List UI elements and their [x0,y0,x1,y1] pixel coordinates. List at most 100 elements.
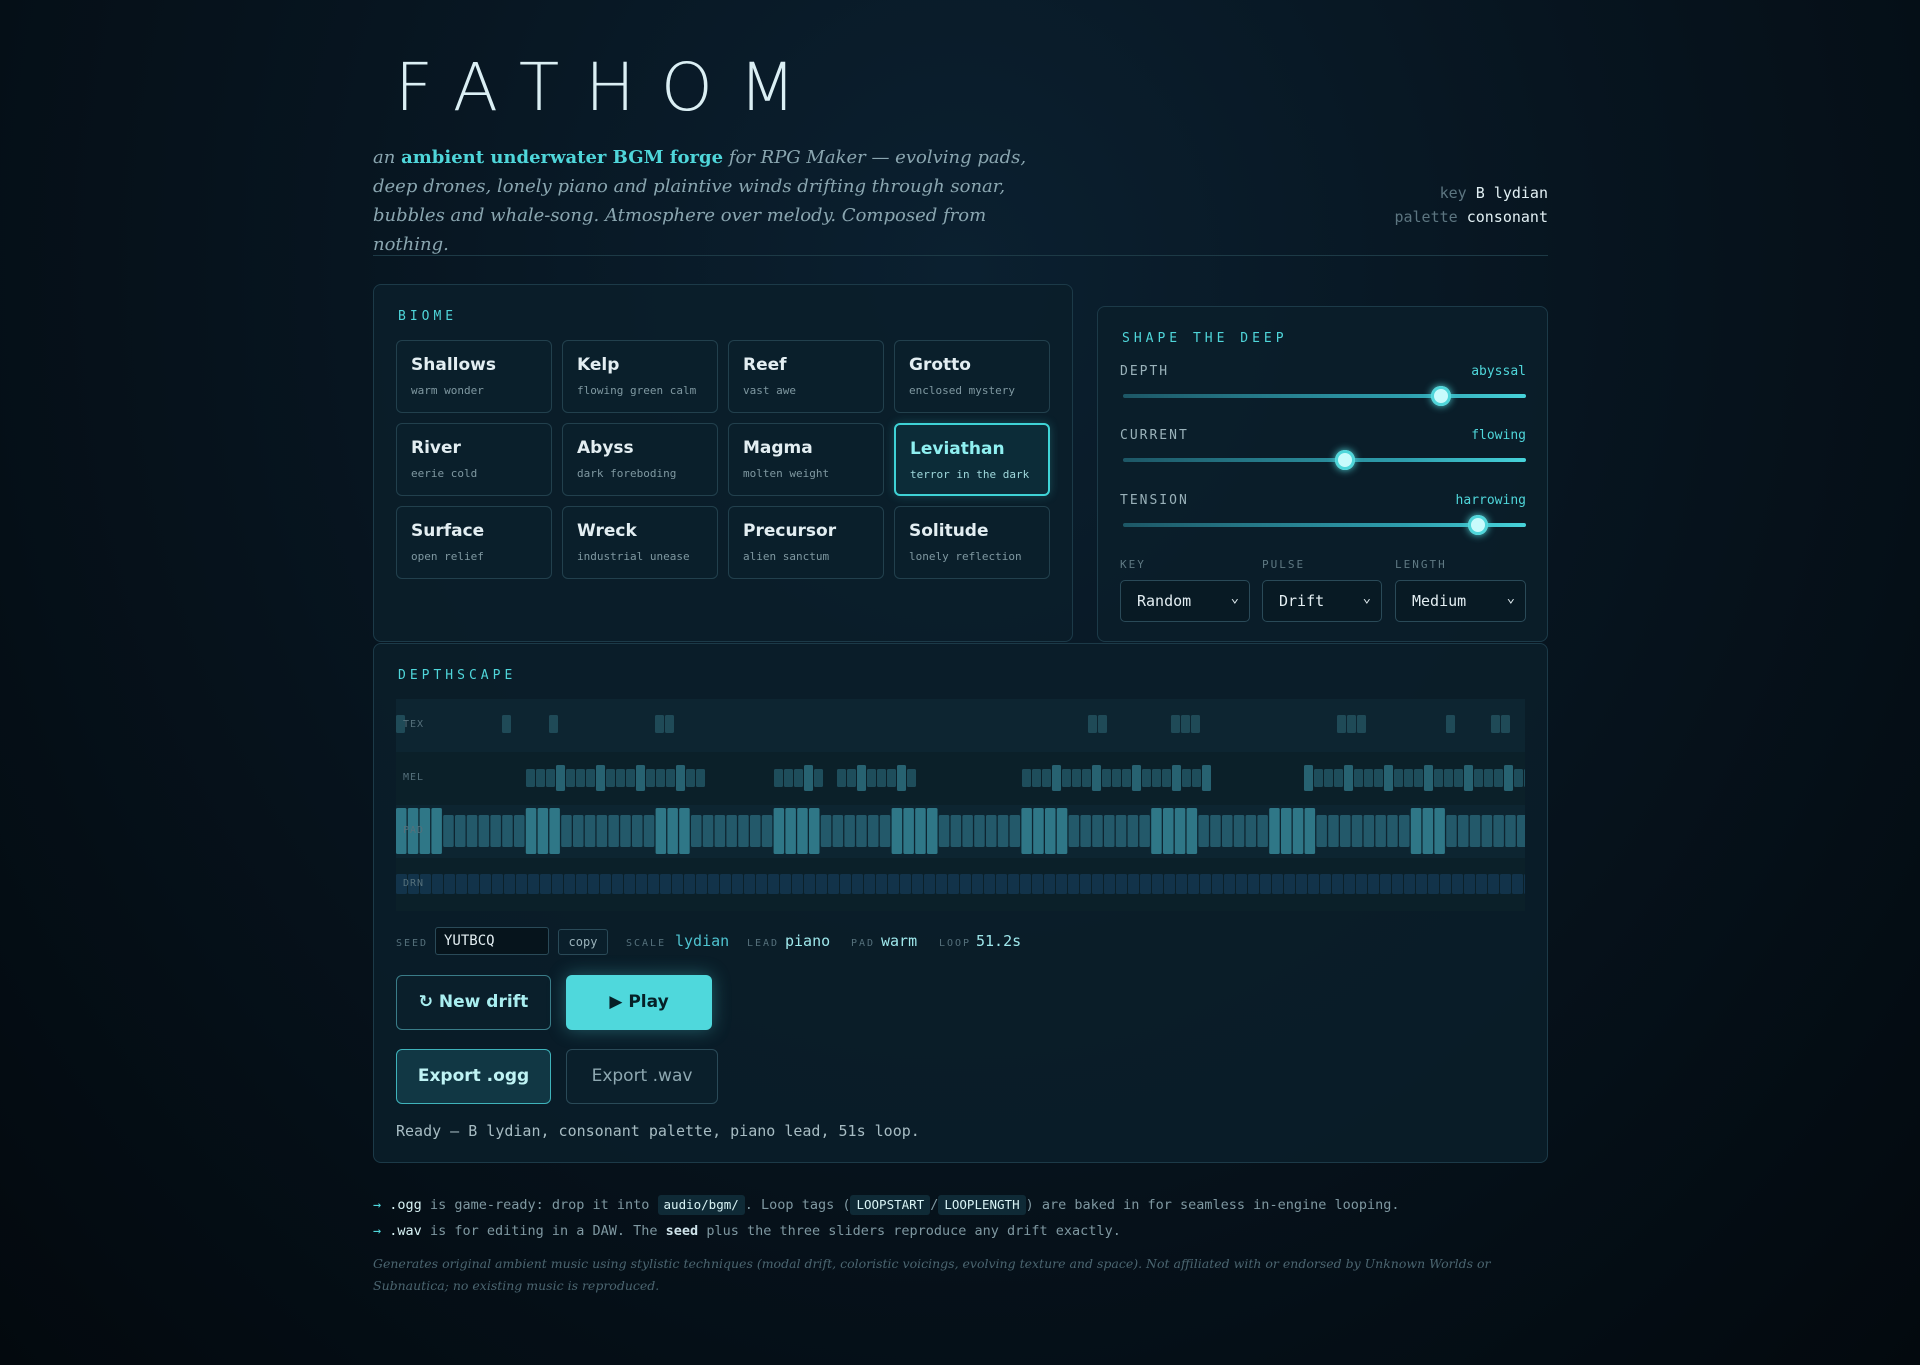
drone-block [996,874,1007,894]
pad-block [1151,808,1162,854]
biome-tile-desc: industrial unease [577,550,690,563]
drone-block [1284,874,1295,894]
drone-block [1128,874,1139,894]
pad-block [1399,815,1410,847]
pad-block [1304,808,1316,854]
drone-block [528,874,539,894]
new-drift-button[interactable]: ↻ New drift [396,975,551,1030]
drone-block [696,874,707,894]
pad-block [466,815,478,847]
pad-block [1375,815,1386,847]
play-button[interactable]: ▶ Play [566,975,712,1030]
pad-block [1351,815,1363,847]
note-wav-text-a: is for editing in a DAW. The [429,1223,658,1239]
export-wav-button[interactable]: Export .wav [566,1049,718,1104]
chevron-down-icon: ⌄ [1362,590,1371,606]
biome-tile-wreck[interactable]: Wreck industrial unease [562,506,718,579]
melody-note [804,765,813,791]
pad-label: PAD [851,938,876,949]
export-ogg-button[interactable]: Export .ogg [396,1049,551,1104]
length-select-label: LENGTH [1395,558,1447,571]
drone-block [1008,874,1019,894]
melody-note [857,765,866,791]
biome-tile-abyss[interactable]: Abyss dark foreboding [562,423,718,496]
drone-block [912,874,923,894]
drone-block [828,874,839,894]
drone-block [1392,874,1403,894]
biome-tile-kelp[interactable]: Kelp flowing green calm [562,340,718,413]
melody-note [1122,769,1131,787]
pad-block [738,815,749,847]
drone-block [552,874,563,894]
biome-tile-shallows[interactable]: Shallows warm wonder [396,340,552,413]
texture-blip [1446,715,1455,733]
drone-block [1344,874,1355,894]
melody-note [794,769,803,787]
melody-note [1444,769,1453,787]
melody-note [877,769,886,787]
drone-block [1056,874,1067,894]
seed-input[interactable]: YUTBCQ [435,927,549,955]
melody-note [536,769,545,787]
biome-tile-solitude[interactable]: Solitude lonely reflection [894,506,1050,579]
pad-block [856,815,867,847]
drone-block [1524,874,1525,894]
melody-note [566,769,575,787]
melody-note [774,769,783,787]
biome-tile-desc: terror in the dark [910,468,1030,481]
drone-block [744,874,755,894]
copy-seed-button[interactable]: copy [558,929,608,955]
note-ogg-text-c: ) are baked in for seamless in-engine lo… [1025,1197,1400,1213]
drone-block [1236,874,1247,894]
texture-blip [1501,715,1510,733]
tension-slider-track[interactable] [1123,523,1526,527]
melody-note [676,765,685,791]
drone-block [1092,874,1103,894]
depth-slider-thumb[interactable] [1431,386,1452,406]
drone-block [1464,874,1475,894]
pad-block [726,815,737,847]
scale-label: SCALE [626,938,667,949]
melody-note [1304,765,1313,791]
tension-slider-thumb[interactable] [1467,515,1488,535]
drone-block [564,874,575,894]
pad-block [1021,808,1032,854]
drone-block [1380,874,1391,894]
biome-tile-name: Solitude [909,521,989,541]
pulse-select[interactable]: Drift ⌄ [1262,580,1382,622]
current-slider-thumb[interactable] [1334,450,1355,470]
disclaimer: Generates original ambient music using s… [373,1256,1491,1293]
drone-block [1176,874,1187,894]
subtitle-lead: an [373,147,396,168]
length-select-group: LENGTH Medium ⌄ [1395,558,1526,622]
biome-tile-name: Reef [743,355,787,375]
biome-tile-magma[interactable]: Magma molten weight [728,423,884,496]
key-select-value: Random [1137,592,1192,610]
melody-note [1414,769,1423,787]
melody-note [1334,769,1343,787]
drone-block [1248,874,1259,894]
biome-tile-river[interactable]: River eerie cold [396,423,552,496]
pad-block [1068,815,1080,847]
biome-tile-reef[interactable]: Reef vast awe [728,340,884,413]
length-select[interactable]: Medium ⌄ [1395,580,1526,622]
biome-tile-grotto[interactable]: Grotto enclosed mystery [894,340,1050,413]
drone-block [636,874,647,894]
depth-slider-track[interactable] [1123,394,1526,398]
drone-block [1404,874,1415,894]
pad-block [1434,808,1445,854]
drone-block [1416,874,1427,894]
biome-tile-leviathan[interactable]: Leviathan terror in the dark [894,423,1050,496]
drone-block [984,874,995,894]
biome-tile-surface[interactable]: Surface open relief [396,506,552,579]
pad-block [1505,815,1516,847]
current-slider-track[interactable] [1123,458,1526,462]
texture-blip [502,715,511,733]
depthscape-label: DEPTHSCAPE [398,668,517,683]
biome-tile-precursor[interactable]: Precursor alien sanctum [728,506,884,579]
drone-block [888,874,899,894]
pad-block [1481,815,1493,847]
pad-block [1033,808,1044,854]
melody-note [546,769,555,787]
key-select[interactable]: Random ⌄ [1120,580,1250,622]
